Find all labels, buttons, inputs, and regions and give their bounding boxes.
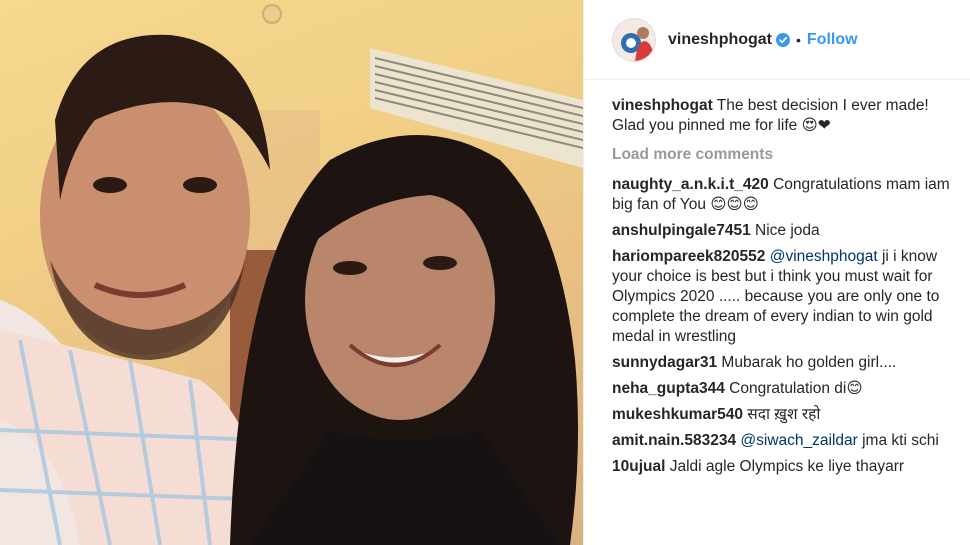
comment-text: Jaldi agle Olympics ke liye thayarr xyxy=(669,458,905,475)
comment-username[interactable]: sunnydagar31 xyxy=(612,354,717,371)
comment-item: neha_gupta344 Congratulation di😊 xyxy=(612,379,952,399)
comment-item: hariompareek820552 @vineshphogat ji i kn… xyxy=(612,247,952,347)
comment-item: 10ujual Jaldi agle Olympics ke liye thay… xyxy=(612,457,952,477)
comment-username[interactable]: naughty_a.n.k.i.t_420 xyxy=(612,176,769,193)
load-more-comments-button[interactable]: Load more comments xyxy=(612,146,952,164)
post-header: vineshphogat • Follow xyxy=(584,0,970,80)
header-username[interactable]: vineshphogat xyxy=(668,31,772,49)
comment-item: mukeshkumar540 सदा ख़ुश रहो xyxy=(612,405,952,425)
comment-item: amit.nain.583234 @siwach_zaildar jma kti… xyxy=(612,431,952,451)
comment-text: Congratulation di😊 xyxy=(729,380,863,397)
comment-mention-link[interactable]: @siwach_zaildar xyxy=(740,432,857,449)
post-caption: vineshphogat The best decision I ever ma… xyxy=(612,96,952,136)
comment-username[interactable]: anshulpingale7451 xyxy=(612,222,751,239)
follow-button[interactable]: Follow xyxy=(807,31,858,49)
comment-item: sunnydagar31 Mubarak ho golden girl.... xyxy=(612,353,952,373)
comment-username[interactable]: 10ujual xyxy=(612,458,665,475)
instagram-post: vineshphogat • Follow vineshphogat The b… xyxy=(0,0,970,545)
comment-text: Mubarak ho golden girl.... xyxy=(721,354,897,371)
comment-username[interactable]: amit.nain.583234 xyxy=(612,432,736,449)
comment-text: jma kti schi xyxy=(862,432,939,449)
comment-text: Nice joda xyxy=(755,222,820,239)
verified-badge-icon xyxy=(776,32,791,47)
comment-list: vineshphogat The best decision I ever ma… xyxy=(584,80,970,477)
comment-mention-link[interactable]: @vineshphogat xyxy=(770,248,878,265)
avatar[interactable] xyxy=(612,17,656,62)
comment-text: सदा ख़ुश रहो xyxy=(747,406,821,423)
comment-username[interactable]: neha_gupta344 xyxy=(612,380,725,397)
header-separator: • xyxy=(796,31,801,48)
post-photo[interactable] xyxy=(0,0,583,545)
post-side-panel: vineshphogat • Follow vineshphogat The b… xyxy=(583,0,970,545)
comment-item: naughty_a.n.k.i.t_420 Congratulations ma… xyxy=(612,175,952,215)
comment-username[interactable]: mukeshkumar540 xyxy=(612,406,743,423)
caption-username[interactable]: vineshphogat xyxy=(612,97,713,114)
comment-item: anshulpingale7451 Nice joda xyxy=(612,221,952,241)
man-figure xyxy=(0,34,271,545)
selfie-illustration xyxy=(0,4,583,545)
comment-username[interactable]: hariompareek820552 xyxy=(612,248,765,265)
avatar-image xyxy=(613,18,655,61)
